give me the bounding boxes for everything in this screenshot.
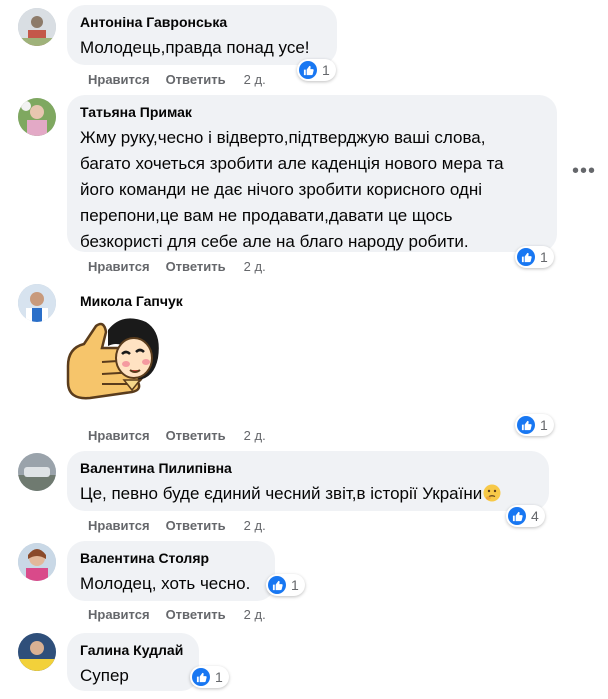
avatar[interactable] <box>18 543 56 581</box>
reply-button[interactable]: Ответить <box>166 428 226 443</box>
avatar[interactable] <box>18 284 56 322</box>
reaction-count[interactable]: 1 <box>297 59 336 81</box>
comment-timestamp[interactable]: 2 д. <box>244 518 266 533</box>
reaction-count[interactable]: 1 <box>515 414 554 436</box>
comment-author[interactable]: Татьяна Примак <box>80 103 544 122</box>
comment-timestamp[interactable]: 2 д. <box>244 72 266 87</box>
comment-timestamp[interactable]: 2 д. <box>244 428 266 443</box>
like-button[interactable]: Нравится <box>88 518 150 533</box>
like-button[interactable]: Нравится <box>88 428 150 443</box>
comment-bubble: Валентина Пилипівна Це, певно буде єдини… <box>67 451 549 511</box>
reaction-number: 1 <box>215 669 223 685</box>
comment-actions: Нравится Ответить 2 д. <box>88 428 266 443</box>
reaction-count[interactable]: 4 <box>506 505 545 527</box>
reaction-count[interactable]: 1 <box>266 574 305 596</box>
comment-text-content: Це, певно буде єдиний чесний звіт,в істо… <box>80 484 483 503</box>
comment-text: Молодець,правда понад усе! <box>80 38 310 57</box>
comment-actions: Нравится Ответить 2 д. <box>88 72 266 87</box>
thumbs-up-sticker <box>62 318 172 418</box>
comment-timestamp[interactable]: 2 д. <box>244 607 266 622</box>
comment-bubble: Валентина Столяр Молодец, хоть чесно. <box>67 541 275 601</box>
reaction-count[interactable]: 1 <box>190 666 229 688</box>
comment-actions: Нравится Ответить 2 д. <box>88 259 266 274</box>
like-icon <box>508 507 526 525</box>
thinking-face-emoji <box>483 484 501 510</box>
comment-bubble: Галина Кудлай Супер <box>67 633 199 691</box>
like-button[interactable]: Нравится <box>88 72 150 87</box>
reply-button[interactable]: Ответить <box>166 72 226 87</box>
reply-button[interactable]: Ответить <box>166 607 226 622</box>
comment-text: Це, певно буде єдиний чесний звіт,в істо… <box>80 481 536 510</box>
reply-button[interactable]: Ответить <box>166 518 226 533</box>
reply-button[interactable]: Ответить <box>166 259 226 274</box>
reaction-number: 4 <box>531 508 539 524</box>
comment-bubble: Антоніна Гавронська Молодець,правда пона… <box>67 5 337 65</box>
like-button[interactable]: Нравится <box>88 259 150 274</box>
comment-text: Супер <box>80 666 129 685</box>
avatar[interactable] <box>18 8 56 46</box>
avatar[interactable] <box>18 453 56 491</box>
comment-text: Жму руку,чесно і відверто,підтверджую ва… <box>80 128 504 251</box>
like-icon <box>299 61 317 79</box>
avatar[interactable] <box>18 633 56 671</box>
reaction-count[interactable]: 1 <box>515 246 554 268</box>
reaction-number: 1 <box>322 62 330 78</box>
comment-actions: Нравится Ответить 2 д. <box>88 607 266 622</box>
reaction-number: 1 <box>291 577 299 593</box>
comment-author[interactable]: Валентина Пилипівна <box>80 459 536 478</box>
comment-author[interactable]: Антоніна Гавронська <box>80 13 324 32</box>
reaction-number: 1 <box>540 249 548 265</box>
comment-bubble: Татьяна Примак Жму руку,чесно і відверто… <box>67 95 557 252</box>
like-icon <box>517 416 535 434</box>
more-options-icon[interactable]: ••• <box>572 161 595 181</box>
like-icon <box>517 248 535 266</box>
comment-text: Молодец, хоть чесно. <box>80 574 251 593</box>
comment-author[interactable]: Галина Кудлай <box>80 641 186 660</box>
like-button[interactable]: Нравится <box>88 607 150 622</box>
avatar[interactable] <box>18 98 56 136</box>
like-icon <box>192 668 210 686</box>
reaction-number: 1 <box>540 417 548 433</box>
comment-author[interactable]: Валентина Столяр <box>80 549 262 568</box>
comment-author[interactable]: Микола Гапчук <box>80 293 183 309</box>
like-icon <box>268 576 286 594</box>
comment-actions: Нравится Ответить 2 д. <box>88 518 266 533</box>
comment-timestamp[interactable]: 2 д. <box>244 259 266 274</box>
